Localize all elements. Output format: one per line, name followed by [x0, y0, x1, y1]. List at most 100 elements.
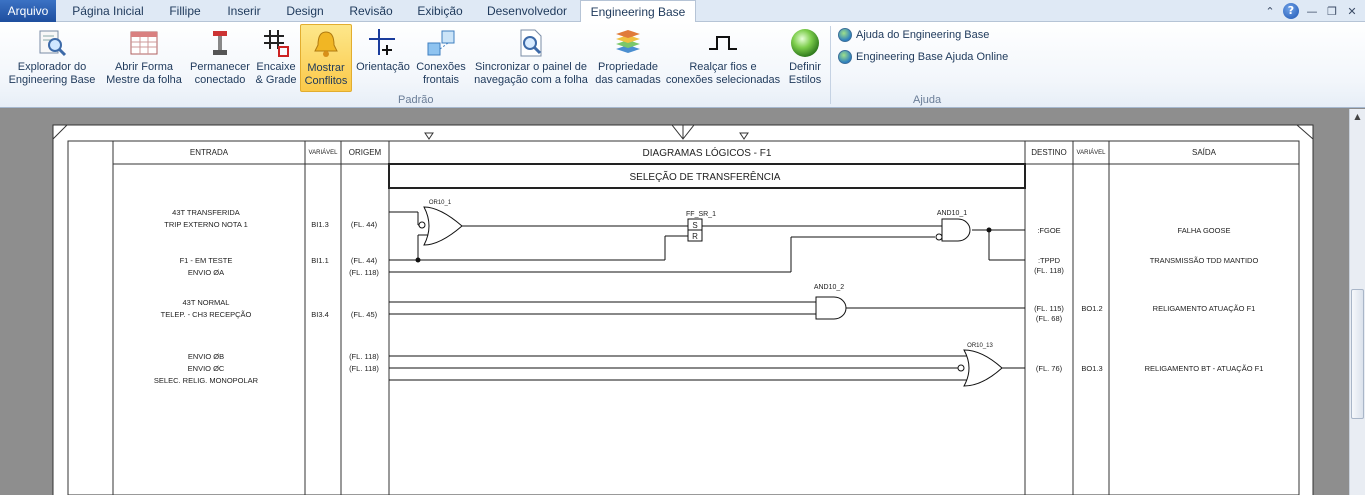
stay-connected-icon	[213, 31, 227, 55]
group-label-padrao: Padrão	[398, 94, 434, 106]
scroll-thumb[interactable]	[1351, 289, 1364, 419]
ribbon-tab-bar: Arquivo Página Inicial Fillipe Inserir D…	[0, 0, 1365, 23]
ff-r-label: R	[692, 232, 698, 241]
front-connections-button[interactable]: Conexões frontais	[414, 24, 468, 92]
input-1-line-1: 43T TRANSFERIDA	[172, 208, 240, 217]
input-4-line-2: ENVIO ØC	[188, 364, 225, 373]
close-icon[interactable]: ✕	[1345, 5, 1359, 18]
help-online-label: Engineering Base Ajuda Online	[856, 51, 1009, 63]
orientation-button[interactable]: Orientação	[353, 24, 413, 92]
group-separator	[830, 26, 831, 104]
highlight-wires-button[interactable]: Realçar fios e conexões selecionadas	[663, 24, 783, 92]
dest-2-line-1: :TPPD	[1038, 256, 1061, 265]
dest-2-line-2: (FL. 118)	[1034, 266, 1064, 275]
ff-s-label: S	[692, 221, 697, 230]
snap-grid-label-2: & Grade	[255, 74, 297, 86]
snap-grid-button[interactable]: Encaixe & Grade	[253, 24, 299, 92]
input-2-origin-2: (FL. 118)	[349, 268, 379, 277]
highlight-wires-icon	[709, 36, 737, 50]
scroll-up-icon[interactable]: ▲	[1350, 109, 1365, 125]
tab-file[interactable]: Arquivo	[0, 0, 56, 22]
restore-icon[interactable]: ❐	[1325, 5, 1339, 18]
layers-icon	[616, 30, 640, 53]
input-2-line-2: ENVIO ØA	[188, 268, 224, 277]
input-2-origin-1: (FL. 44)	[351, 256, 378, 265]
show-conflicts-button[interactable]: Mostrar Conflitos	[300, 24, 352, 92]
and-gate-2[interactable]: AND10_2	[814, 284, 847, 320]
explorer-label-1: Explorador do	[17, 61, 87, 73]
snap-grid-icon	[264, 30, 289, 57]
help-online-link[interactable]: Engineering Base Ajuda Online	[838, 50, 1008, 64]
vertical-scrollbar[interactable]: ▲	[1349, 109, 1365, 495]
front-connections-label-1: Conexões	[416, 61, 466, 73]
tab-design[interactable]: Design	[276, 0, 334, 22]
help-engineering-base-link[interactable]: Ajuda do Engineering Base	[838, 28, 989, 42]
minimize-icon[interactable]: —	[1305, 5, 1319, 18]
output-1: FALHA GOOSE	[1178, 226, 1231, 235]
header-destino: DESTINO	[1031, 148, 1067, 157]
header-variavel-out: VARIÁVEL	[1077, 149, 1107, 156]
dest-1: :FGOE	[1037, 226, 1060, 235]
open-master-form-button[interactable]: Abrir Forma Mestre da folha	[102, 24, 186, 92]
input-3-variable: BI3.4	[311, 310, 329, 319]
help-globe-icon	[838, 28, 852, 42]
define-styles-button[interactable]: Definir Estilos	[784, 24, 826, 92]
tab-view[interactable]: Exibição	[408, 0, 472, 22]
sync-navigation-icon	[520, 29, 542, 57]
ribbon-panel: Explorador do Engineering Base Abrir For…	[0, 22, 1365, 108]
header-variavel-in: VARIÁVEL	[309, 149, 339, 156]
input-1-variable: BI1.3	[311, 220, 329, 229]
drawing-sheet[interactable]: ENTRADA VARIÁVEL ORIGEM DIAGRAMAS LÓGICO…	[0, 109, 1349, 495]
online-globe-icon	[838, 50, 852, 64]
sync-navigation-label-1: Sincronizar o painel de	[475, 61, 587, 73]
input-2-line-1: F1 - EM TESTE	[180, 256, 233, 265]
input-3-origin: (FL. 45)	[351, 310, 378, 319]
junction-dot	[415, 257, 421, 263]
tab-home[interactable]: Página Inicial	[62, 0, 154, 22]
output-2: TRANSMISSÃO TDD MANTIDO	[1150, 256, 1259, 265]
output-3: RELIGAMENTO ATUAÇÃO F1	[1153, 304, 1256, 313]
dest-3-line-1: (FL. 115)	[1034, 304, 1064, 313]
master-form-icon	[130, 31, 158, 55]
input-4-line-3: SELEC. RELIG. MONOPOLAR	[154, 376, 259, 385]
input-4-origin-1: (FL. 118)	[349, 352, 379, 361]
layer-properties-button[interactable]: Propriedade das camadas	[594, 24, 662, 92]
orientation-icon	[369, 29, 395, 55]
tab-insert[interactable]: Inserir	[218, 0, 270, 22]
styles-sphere-icon	[791, 29, 819, 57]
master-form-label-1: Abrir Forma	[114, 61, 174, 73]
or-gate-1-label: OR10_1	[429, 200, 452, 206]
show-conflicts-label-2: Conflitos	[304, 75, 348, 87]
sync-navigation-button[interactable]: Sincronizar o painel de navegação com a …	[469, 24, 593, 92]
explorer-label-2: Engineering Base	[8, 74, 96, 86]
input-4-origin-2: (FL. 118)	[349, 364, 379, 373]
input-3-line-1: 43T NORMAL	[183, 298, 230, 307]
stay-connected-button[interactable]: Permanecer conectado	[188, 24, 252, 92]
tab-review[interactable]: Revisão	[340, 0, 402, 22]
group-label-ajuda: Ajuda	[913, 94, 942, 106]
layer-properties-label-1: Propriedade	[598, 61, 658, 73]
help-icon[interactable]: ?	[1283, 3, 1299, 19]
out-3-variable: BO1.2	[1081, 304, 1102, 313]
drawing-workspace[interactable]: ENTRADA VARIÁVEL ORIGEM DIAGRAMAS LÓGICO…	[0, 109, 1349, 495]
header-saida: SAÍDA	[1192, 148, 1217, 157]
and-gate-1-label: AND10_1	[937, 210, 967, 217]
tab-developer[interactable]: Desenvolvedor	[478, 0, 576, 22]
tab-fillipe[interactable]: Fillipe	[160, 0, 210, 22]
dest-4: (FL. 76)	[1036, 364, 1063, 373]
section-title: SELEÇÃO DE TRANSFERÊNCIA	[630, 170, 781, 183]
stay-connected-label-2: conectado	[194, 74, 246, 86]
conflicts-bell-icon	[314, 31, 338, 57]
master-form-label-2: Mestre da folha	[106, 74, 182, 86]
snap-grid-label-1: Encaixe	[256, 61, 296, 73]
and-gate-2-label: AND10_2	[814, 284, 844, 291]
minimize-ribbon-icon[interactable]: ⌃	[1263, 5, 1277, 18]
explorer-button[interactable]: Explorador do Engineering Base	[4, 24, 100, 92]
input-3-line-2: TELEP. - CH3 RECEPÇÃO	[161, 310, 252, 319]
header-origem: ORIGEM	[349, 148, 382, 157]
define-styles-label-2: Estilos	[788, 74, 822, 86]
tab-engineering-base[interactable]: Engineering Base	[580, 0, 696, 23]
stay-connected-label-1: Permanecer	[190, 61, 250, 73]
highlight-wires-label-1: Realçar fios e	[689, 61, 757, 73]
header-title: DIAGRAMAS LÓGICOS - F1	[643, 146, 772, 159]
